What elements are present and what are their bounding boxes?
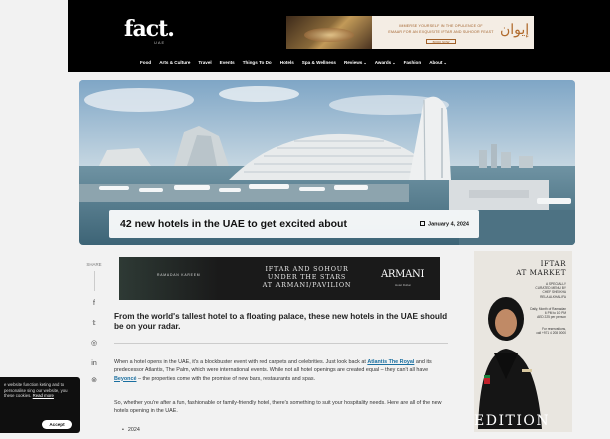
nav-item-label: Hotels	[279, 60, 294, 65]
nav-item-reviews[interactable]: Reviews⌄	[340, 57, 371, 69]
edition-sidebar-ad[interactable]: IFTAR AT MARKET A SPECIALLY CURATED MENU…	[474, 251, 572, 432]
calendar-icon	[420, 221, 426, 226]
atlantis-royal-link[interactable]: Atlantis The Royal	[367, 359, 414, 365]
whatsapp-icon[interactable]: ◎	[88, 338, 100, 350]
armani-logo: ARMANI	[381, 269, 425, 280]
armani-ad-banner[interactable]: RAMADAN KAREEM IFTAR AND SOHOUR UNDER TH…	[119, 257, 440, 300]
chevron-down-icon: ⌄	[363, 60, 367, 65]
nav-item-label: Food	[140, 60, 152, 65]
armani-ad-left-text: RAMADAN KAREEM	[157, 273, 201, 277]
article-lede: From the world's tallest hotel to a floa…	[114, 312, 448, 331]
banner-ad-logo: إيوان	[500, 22, 530, 38]
nav-item-awards[interactable]: Awards⌄	[371, 57, 400, 69]
hero-caption: 42 new hotels in the UAE to get excited …	[109, 210, 479, 238]
armani-ad-copy: IFTAR AND SOHOUR UNDER THE STARS AT ARMA…	[247, 265, 367, 289]
logo-region: UAE	[154, 40, 166, 45]
site-header: fact. UAE IMMERSE YOURSELF IN THE OPULEN…	[68, 0, 610, 72]
nav-item-label: Reviews	[343, 60, 363, 65]
facebook-icon[interactable]: f	[88, 298, 100, 310]
side-ad-reservations: For reservations, call +971 4 208 0000	[536, 327, 566, 335]
nav-item-spa-wellness[interactable]: Spa & Wellness	[298, 57, 340, 69]
article-paragraph-1: When a hotel opens in the UAE, it's a bl…	[114, 358, 450, 383]
armani-ad-line-2: UNDER THE STARS	[267, 273, 347, 281]
list-item: 2024	[122, 427, 140, 433]
side-ad-title: IFTAR AT MARKET	[516, 259, 566, 277]
side-ad-title-line-2: AT MARKET	[516, 267, 566, 277]
chef-photo	[476, 279, 546, 429]
nav-item-label: Travel	[198, 60, 212, 65]
side-ad-details: Daily, Month of Ramadan 6 PM to 10 PM AE…	[530, 307, 566, 320]
edition-logo: EDITION	[474, 413, 551, 429]
pinterest-icon[interactable]: ⊚	[88, 375, 100, 387]
site-logo[interactable]: fact.	[124, 16, 175, 42]
share-divider	[93, 271, 95, 291]
side-ad-sub-4: RELA ALKHALIFA	[540, 294, 566, 299]
linkedin-icon[interactable]: in	[88, 358, 100, 370]
nav-item-label: Events	[219, 60, 235, 65]
armani-ad-line-1: IFTAR AND SOHOUR	[265, 265, 349, 273]
nav-item-hotels[interactable]: Hotels	[276, 57, 298, 69]
article-paragraph-2: So, whether you're after a fun, fashiona…	[114, 400, 442, 415]
banner-ad-line-1: IMMERSE YOURSELF IN THE OPULENCE OF	[399, 24, 483, 28]
nav-item-travel[interactable]: Travel	[194, 57, 215, 69]
nav-item-label: About	[429, 60, 443, 65]
header-banner-ad[interactable]: IMMERSE YOURSELF IN THE OPULENCE OF EMAA…	[286, 16, 534, 49]
nav-item-label: Spa & Wellness	[301, 60, 336, 65]
nav-item-label: Awards	[374, 60, 392, 65]
nav-item-things-to-do[interactable]: Things To Do	[239, 57, 276, 69]
armani-ad-image	[119, 257, 219, 300]
banner-ad-image	[286, 16, 372, 49]
share-label: SHARE	[86, 262, 102, 267]
armani-ad-line-3: AT ARMANI/PAVILION	[262, 281, 352, 289]
lede-divider	[114, 343, 448, 344]
publish-date-text: January 4, 2024	[428, 221, 469, 228]
nav-item-events[interactable]: Events	[216, 57, 239, 69]
share-bar: SHARE f 𝕥 ◎ in ⊚	[85, 262, 103, 384]
side-ad-info-5: call +971 4 208 0000	[536, 331, 566, 336]
nav-item-about[interactable]: About⌄	[425, 57, 451, 69]
armani-logo-sub: Hotel Dubai	[395, 283, 411, 287]
nav-item-arts-culture[interactable]: Arts & Culture	[155, 57, 194, 69]
side-ad-info-3: AED 225 per person	[537, 315, 566, 320]
paragraph-1-text-a: When a hotel opens in the UAE, it's a bl…	[114, 359, 368, 365]
cookie-read-more-link[interactable]: Read more	[33, 393, 54, 398]
nav-item-food[interactable]: Food	[136, 57, 155, 69]
hero-image[interactable]: 42 new hotels in the UAE to get excited …	[79, 80, 575, 245]
twitter-icon[interactable]: 𝕥	[88, 318, 100, 330]
publish-date: January 4, 2024	[420, 221, 469, 228]
nav-item-label: Fashion	[403, 60, 422, 65]
nav-item-fashion[interactable]: Fashion	[400, 57, 426, 69]
cookie-accept-button[interactable]: Accept	[42, 420, 72, 429]
article-title: 42 new hotels in the UAE to get excited …	[120, 218, 347, 230]
paragraph-1-text-c: – the properties come with the promise o…	[136, 375, 316, 382]
chevron-down-icon: ⌄	[392, 60, 396, 65]
banner-ad-book-button[interactable]: BOOK NOW	[426, 39, 456, 44]
main-nav: Food Arts & Culture Travel Events Things To …	[136, 57, 536, 69]
beyonce-link[interactable]: Beyoncé	[114, 376, 136, 382]
chevron-down-icon: ⌄	[443, 60, 447, 65]
nav-item-label: Things To Do	[242, 60, 272, 65]
banner-ad-line-2: EMAAR FOR AN EXQUISITE IFTAR AND SUHOOR …	[388, 30, 494, 34]
side-ad-subtitle: A SPECIALLY CURATED MENU BY CHEF SHEIKHA…	[535, 282, 566, 299]
cookie-banner: e website function keting and to persona…	[0, 377, 80, 433]
cookie-text: e website function keting and to persona…	[4, 382, 78, 399]
nav-item-label: Arts & Culture	[159, 60, 191, 65]
